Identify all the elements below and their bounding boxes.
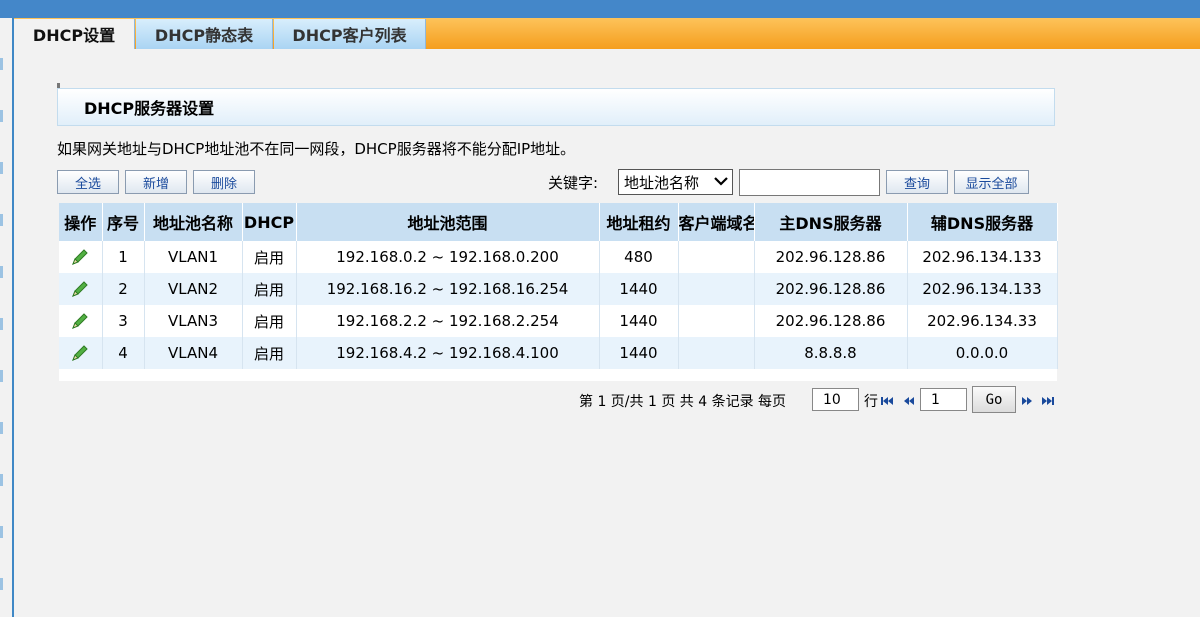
keyword-select[interactable]: 地址池名称 — [618, 169, 733, 195]
row-dhcp-status: 启用 — [242, 241, 297, 273]
action-cell — [59, 241, 103, 273]
header-pool-range: 地址池范围 — [296, 203, 600, 241]
left-edge-marks — [0, 18, 3, 617]
chevron-down-icon — [713, 172, 729, 194]
pencil-icon[interactable] — [70, 343, 90, 363]
row-pool-range: 192.168.2.2 ~ 192.168.2.254 — [296, 305, 600, 337]
table-row: 2 VLAN2 启用 192.168.16.2 ~ 192.168.16.254… — [59, 273, 1058, 305]
first-page-icon[interactable] — [880, 393, 894, 407]
header-action: 操作 — [59, 203, 103, 241]
action-cell — [59, 305, 103, 337]
row-pool-range: 192.168.16.2 ~ 192.168.16.254 — [296, 273, 600, 305]
table-header-row: 操作 序号 地址池名称 DHCP 地址池范围 地址租约 客户端域名 主DNS服务… — [59, 203, 1058, 241]
header-dhcp: DHCP — [242, 203, 297, 241]
row-primary-dns: 8.8.8.8 — [754, 337, 908, 369]
page-number-input[interactable]: 1 — [920, 388, 967, 411]
row-index: 3 — [102, 305, 145, 337]
pool-table: 操作 序号 地址池名称 DHCP 地址池范围 地址租约 客户端域名 主DNS服务… — [59, 203, 1058, 369]
row-lease: 1440 — [599, 337, 679, 369]
pencil-icon[interactable] — [70, 279, 90, 299]
row-client-domain — [678, 337, 755, 369]
tab-dhcp-settings[interactable]: DHCP设置 — [14, 19, 135, 49]
top-bar — [0, 0, 1200, 18]
header-pool-name: 地址池名称 — [144, 203, 243, 241]
row-pool-name: VLAN4 — [144, 337, 243, 369]
rows-label: 行 — [864, 394, 878, 410]
row-lease: 480 — [599, 241, 679, 273]
row-primary-dns: 202.96.128.86 — [754, 305, 908, 337]
query-button[interactable]: 查询 — [886, 170, 948, 194]
row-primary-dns: 202.96.128.86 — [754, 273, 908, 305]
row-client-domain — [678, 241, 755, 273]
header-primary-dns: 主DNS服务器 — [754, 203, 908, 241]
keyword-input[interactable] — [739, 169, 880, 196]
header-index: 序号 — [102, 203, 145, 241]
row-secondary-dns: 202.96.134.33 — [907, 305, 1058, 337]
row-lease: 1440 — [599, 305, 679, 337]
tab-dhcp-static[interactable]: DHCP静态表 — [136, 19, 273, 49]
delete-button[interactable]: 删除 — [193, 170, 255, 194]
pager-summary: 第 1 页/共 1 页 共 4 条记录 每页 — [579, 394, 787, 410]
page-size-input[interactable]: 10 — [812, 388, 859, 411]
header-lease: 地址租约 — [599, 203, 679, 241]
left-border — [12, 18, 14, 617]
prev-page-icon[interactable] — [902, 393, 916, 407]
row-pool-name: VLAN3 — [144, 305, 243, 337]
select-all-button[interactable]: 全选 — [57, 170, 119, 194]
pool-table-container: 操作 序号 地址池名称 DHCP 地址池范围 地址租约 客户端域名 主DNS服务… — [59, 203, 1058, 381]
header-secondary-dns: 辅DNS服务器 — [907, 203, 1058, 241]
action-cell — [59, 337, 103, 369]
pencil-icon[interactable] — [70, 311, 90, 331]
row-pool-name: VLAN2 — [144, 273, 243, 305]
table-row: 1 VLAN1 启用 192.168.0.2 ~ 192.168.0.200 4… — [59, 241, 1058, 273]
row-index: 1 — [102, 241, 145, 273]
row-dhcp-status: 启用 — [242, 337, 297, 369]
row-pool-range: 192.168.4.2 ~ 192.168.4.100 — [296, 337, 600, 369]
row-client-domain — [678, 305, 755, 337]
row-pool-range: 192.168.0.2 ~ 192.168.0.200 — [296, 241, 600, 273]
panel-title: DHCP服务器设置 — [57, 88, 1055, 126]
row-dhcp-status: 启用 — [242, 273, 297, 305]
row-client-domain — [678, 273, 755, 305]
last-page-icon[interactable] — [1041, 393, 1055, 407]
table-row: 3 VLAN3 启用 192.168.2.2 ~ 192.168.2.254 1… — [59, 305, 1058, 337]
go-button[interactable]: Go — [972, 386, 1016, 413]
keyword-label: 关键字: — [548, 174, 599, 192]
row-secondary-dns: 202.96.134.133 — [907, 273, 1058, 305]
action-cell — [59, 273, 103, 305]
add-button[interactable]: 新增 — [125, 170, 187, 194]
row-index: 4 — [102, 337, 145, 369]
row-primary-dns: 202.96.128.86 — [754, 241, 908, 273]
row-lease: 1440 — [599, 273, 679, 305]
row-secondary-dns: 0.0.0.0 — [907, 337, 1058, 369]
row-secondary-dns: 202.96.134.133 — [907, 241, 1058, 273]
row-pool-name: VLAN1 — [144, 241, 243, 273]
notice-text: 如果网关地址与DHCP地址池不在同一网段，DHCP服务器将不能分配IP地址。 — [57, 140, 576, 158]
keyword-select-value: 地址池名称 — [624, 173, 700, 192]
show-all-button[interactable]: 显示全部 — [954, 170, 1029, 194]
tab-dhcp-clients[interactable]: DHCP客户列表 — [274, 19, 426, 49]
tab-bar: DHCP设置 DHCP静态表 DHCP客户列表 — [14, 18, 1200, 49]
table-row: 4 VLAN4 启用 192.168.4.2 ~ 192.168.4.100 1… — [59, 337, 1058, 369]
header-client-domain: 客户端域名 — [678, 203, 755, 241]
row-index: 2 — [102, 273, 145, 305]
pencil-icon[interactable] — [70, 247, 90, 267]
next-page-icon[interactable] — [1020, 393, 1034, 407]
row-dhcp-status: 启用 — [242, 305, 297, 337]
